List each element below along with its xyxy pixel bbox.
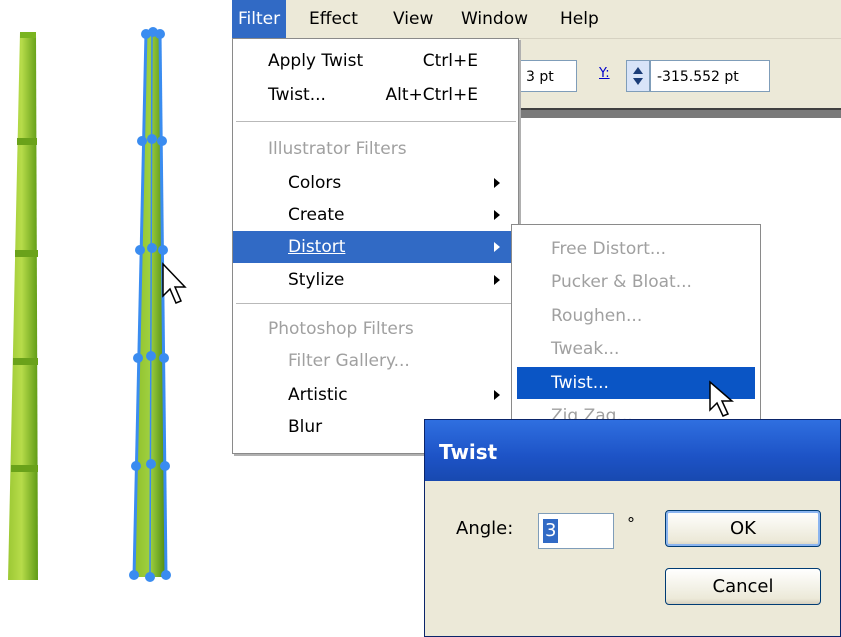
menu-header-illustrator-filters: Illustrator Filters [268, 139, 407, 159]
submenu-arrow-icon [494, 390, 500, 400]
degree-symbol: ° [627, 514, 635, 533]
submenu-arrow-icon [494, 242, 500, 252]
menu-header-photoshop-filters: Photoshop Filters [268, 319, 414, 339]
spinner-arrows-icon [633, 67, 643, 85]
x-position-field[interactable]: 3 pt [519, 60, 577, 92]
mouse-pointer-icon [709, 380, 735, 417]
menu-item-create[interactable]: Create [233, 199, 518, 231]
menu-item-stylize[interactable]: Stylize [233, 264, 518, 296]
menu-help[interactable]: Help [554, 0, 605, 38]
angle-label: Angle: [456, 518, 514, 539]
menu-bar: Filter Effect View Window Help [232, 0, 841, 39]
artwork-canvas [8, 27, 187, 582]
y-position-label: Y: [599, 66, 610, 81]
angle-input[interactable]: 3 [538, 513, 614, 549]
menu-item-artistic[interactable]: Artistic [233, 379, 518, 411]
submenu-arrow-icon [494, 210, 500, 220]
filter-menu: Apply Twist Ctrl+E Twist... Alt+Ctrl+E I… [232, 38, 519, 454]
menu-item-distort[interactable]: Distort [233, 231, 518, 263]
submenu-item-free-distort[interactable]: Free Distort... [517, 233, 755, 265]
dialog-title: Twist [439, 440, 498, 464]
submenu-arrow-icon [494, 178, 500, 188]
menu-item-filter-gallery[interactable]: Filter Gallery... [233, 345, 518, 377]
menu-item-colors[interactable]: Colors [233, 167, 518, 199]
menu-item-apply-twist[interactable]: Apply Twist Ctrl+E [233, 45, 518, 77]
dialog-title-bar[interactable]: Twist [425, 420, 840, 481]
bamboo-stalk-selected[interactable] [129, 27, 171, 582]
submenu-item-pucker-bloat[interactable]: Pucker & Bloat... [517, 266, 755, 298]
menu-item-twist[interactable]: Twist... Alt+Ctrl+E [233, 79, 518, 111]
y-spinner[interactable] [626, 60, 650, 92]
ok-button[interactable]: OK [665, 510, 821, 547]
submenu-item-roughen[interactable]: Roughen... [517, 300, 755, 332]
submenu-arrow-icon [494, 275, 500, 285]
menu-separator [236, 303, 516, 304]
bamboo-stalk [8, 32, 38, 580]
menu-window[interactable]: Window [455, 0, 534, 38]
menu-separator [236, 121, 516, 122]
cancel-button[interactable]: Cancel [665, 568, 821, 605]
angle-value: 3 [543, 519, 559, 543]
mouse-pointer-icon [162, 262, 187, 304]
menu-view[interactable]: View [387, 0, 439, 38]
submenu-item-tweak[interactable]: Tweak... [517, 333, 755, 365]
panel-divider [520, 108, 841, 118]
menu-filter[interactable]: Filter [232, 0, 287, 38]
menu-effect[interactable]: Effect [303, 0, 364, 38]
y-position-field[interactable]: -315.552 pt [650, 60, 770, 92]
twist-dialog: Twist Angle: 3 ° OK Cancel [424, 419, 841, 637]
